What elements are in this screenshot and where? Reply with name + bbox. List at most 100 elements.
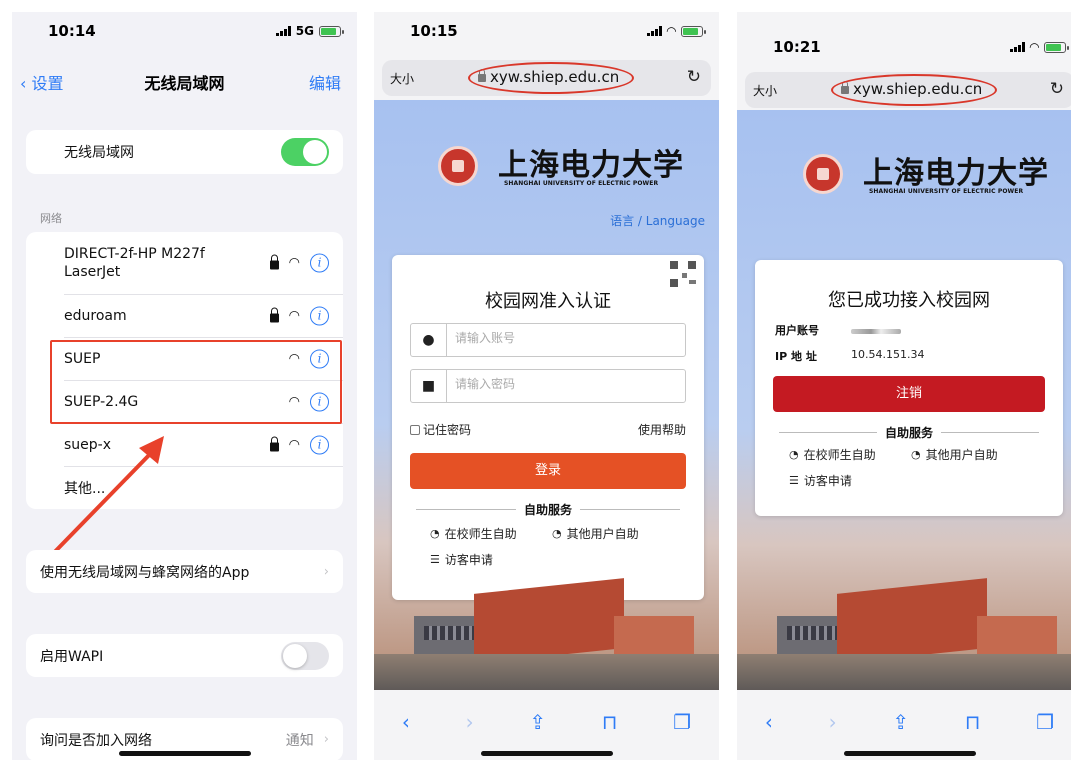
tabs-icon[interactable]: ❐ bbox=[1036, 710, 1054, 734]
password-input[interactable] bbox=[455, 377, 635, 391]
bookmarks-icon[interactable]: ⊓ bbox=[965, 710, 981, 734]
remember-label: 记住密码 bbox=[423, 423, 472, 437]
status-time: 10:15 bbox=[410, 22, 458, 40]
web-content: 上海电力大学 SHANGHAI UNIVERSITY OF ELECTRIC P… bbox=[737, 110, 1071, 690]
qr-icon[interactable] bbox=[670, 261, 696, 287]
university-name-cn: 上海电力大学 bbox=[863, 156, 1049, 191]
url-text[interactable]: xyw.shiep.edu.cn bbox=[841, 80, 982, 98]
share-icon[interactable]: ⇪ bbox=[529, 710, 546, 734]
university-emblem bbox=[803, 154, 843, 194]
status-bar: 10:15 ◠ bbox=[374, 12, 719, 52]
chevron-right-icon: › bbox=[323, 564, 329, 579]
success-card: 您已成功接入校园网 用户账号 IP 地 址 10.54.151.34 注销 自助… bbox=[755, 260, 1063, 516]
university-name-en: SHANGHAI UNIVERSITY OF ELECTRIC POWER bbox=[504, 180, 659, 187]
apps-group: 使用无线局域网与蜂窝网络的App › bbox=[26, 550, 343, 593]
battery-icon bbox=[1044, 41, 1069, 53]
home-indicator bbox=[480, 751, 613, 756]
back-icon[interactable]: ‹ bbox=[402, 710, 410, 734]
share-icon[interactable]: ⇪ bbox=[892, 710, 909, 734]
svc-other-link[interactable]: ◔ 其他用户自助 bbox=[911, 446, 998, 463]
remember-password[interactable]: 记住密码 bbox=[410, 421, 471, 438]
university-name-en: SHANGHAI UNIVERSITY OF ELECTRIC POWER bbox=[869, 188, 1024, 195]
home-indicator bbox=[118, 751, 251, 756]
user-circle-icon: ◔ bbox=[911, 448, 921, 461]
university-name-cn: 上海电力大学 bbox=[498, 148, 684, 183]
svc-teacher-label: 在校师生自助 bbox=[444, 527, 517, 541]
web-content: 上海电力大学 SHANGHAI UNIVERSITY OF ELECTRIC P… bbox=[374, 100, 719, 690]
chevron-right-icon: › bbox=[323, 732, 329, 747]
user-circle-icon: ◔ bbox=[789, 448, 799, 461]
self-service-label: 自助服务 bbox=[515, 501, 581, 518]
ip-value: 10.54.151.34 bbox=[851, 348, 925, 361]
wifi-icon: ◠ bbox=[666, 24, 676, 38]
campus-building-image bbox=[374, 560, 719, 690]
url-value: xyw.shiep.edu.cn bbox=[853, 80, 983, 98]
home-indicator bbox=[843, 751, 976, 756]
account-value-redacted bbox=[851, 324, 901, 337]
bookmarks-icon[interactable]: ⊓ bbox=[602, 710, 618, 734]
svc-teacher-link[interactable]: ◔ 在校师生自助 bbox=[430, 525, 517, 542]
self-service-divider: 自助服务 bbox=[416, 501, 680, 518]
svc-teacher-label: 在校师生自助 bbox=[803, 448, 876, 462]
campus-building-image bbox=[737, 560, 1071, 690]
address-bar[interactable]: 大小 xyw.shiep.edu.cn ↻ bbox=[382, 60, 711, 96]
tabs-icon[interactable]: ❐ bbox=[673, 710, 691, 734]
wlan-settings-screen: 10:14 5G ‹ 设置 无线局域网 编辑 无线局域网 网络 DIRECT-2… bbox=[12, 12, 357, 760]
wapi-toggle[interactable] bbox=[281, 641, 329, 670]
back-icon[interactable]: ‹ bbox=[765, 710, 773, 734]
wapi-label: 启用WAPI bbox=[40, 648, 104, 665]
remember-checkbox[interactable] bbox=[410, 424, 420, 435]
battery-icon bbox=[681, 25, 706, 37]
svc-other-label: 其他用户自助 bbox=[566, 527, 639, 541]
list-icon: ☰ bbox=[789, 474, 799, 487]
wapi-group: 启用WAPI bbox=[26, 634, 343, 677]
wifi-icon: ◠ bbox=[1029, 40, 1039, 54]
browser-toolbar: ‹ › ⇪ ⊓ ❐ bbox=[374, 702, 719, 742]
user-circle-icon: ◔ bbox=[552, 527, 562, 540]
svc-teacher-link[interactable]: ◔ 在校师生自助 bbox=[789, 446, 876, 463]
login-card: 校园网准入认证 ● ■ 记住密码 使用帮助 登录 自助服务 ◔ 在校师生自助 ◔ 其… bbox=[392, 255, 704, 600]
signal-icon bbox=[646, 26, 662, 36]
ip-label: IP 地 址 bbox=[775, 350, 817, 363]
logout-button[interactable]: 注销 bbox=[773, 376, 1045, 412]
language-link[interactable]: 语言 / Language bbox=[610, 212, 705, 229]
login-card-title: 校园网准入认证 bbox=[485, 291, 611, 312]
help-link[interactable]: 使用帮助 bbox=[638, 421, 686, 438]
status-bar: 10:21 ◠ bbox=[737, 12, 1071, 56]
svc-other-link[interactable]: ◔ 其他用户自助 bbox=[552, 525, 639, 542]
lock-icon bbox=[478, 69, 486, 82]
university-emblem bbox=[438, 146, 478, 186]
apps-row[interactable]: 使用无线局域网与蜂窝网络的App › bbox=[26, 550, 343, 593]
forward-icon[interactable]: › bbox=[466, 710, 474, 734]
status-time: 10:21 bbox=[773, 38, 821, 56]
ask-join-value: 通知 bbox=[285, 732, 314, 749]
status-indicators: ◠ bbox=[1009, 40, 1069, 54]
password-field[interactable]: ■ bbox=[410, 369, 686, 403]
lock-icon bbox=[841, 81, 849, 94]
svc-visitor-link[interactable]: ☰ 访客申请 bbox=[789, 472, 852, 489]
login-browser-screen: 10:15 ◠ 大小 xyw.shiep.edu.cn ↻ 上海电力大学 SHA… bbox=[374, 12, 719, 760]
user-circle-icon: ◔ bbox=[430, 527, 440, 540]
browser-toolbar: ‹ › ⇪ ⊓ ❐ bbox=[737, 702, 1071, 742]
reload-icon[interactable]: ↻ bbox=[687, 67, 701, 87]
reload-icon[interactable]: ↻ bbox=[1050, 79, 1064, 99]
svc-other-label: 其他用户自助 bbox=[925, 448, 998, 462]
account-input[interactable] bbox=[455, 331, 635, 345]
success-browser-screen: 10:21 ◠ 大小 xyw.shiep.edu.cn ↻ 上海电力大学 SHA… bbox=[737, 12, 1071, 760]
self-service-label: 自助服务 bbox=[876, 424, 942, 441]
login-button[interactable]: 登录 bbox=[410, 453, 686, 489]
user-icon: ● bbox=[411, 324, 447, 356]
url-text[interactable]: xyw.shiep.edu.cn bbox=[478, 68, 619, 86]
url-value: xyw.shiep.edu.cn bbox=[490, 68, 620, 86]
forward-icon[interactable]: › bbox=[829, 710, 837, 734]
success-title: 您已成功接入校园网 bbox=[828, 290, 990, 311]
self-service-divider: 自助服务 bbox=[779, 424, 1039, 441]
address-bar[interactable]: 大小 xyw.shiep.edu.cn ↻ bbox=[745, 72, 1071, 108]
text-size-button[interactable]: 大小 bbox=[390, 70, 414, 87]
ask-join-label: 询问是否加入网络 bbox=[40, 732, 152, 749]
account-field[interactable]: ● bbox=[410, 323, 686, 357]
text-size-button[interactable]: 大小 bbox=[753, 82, 777, 99]
svc-visitor-label: 访客申请 bbox=[803, 474, 852, 488]
lock-fill-icon: ■ bbox=[411, 370, 447, 402]
signal-icon bbox=[1009, 42, 1025, 52]
